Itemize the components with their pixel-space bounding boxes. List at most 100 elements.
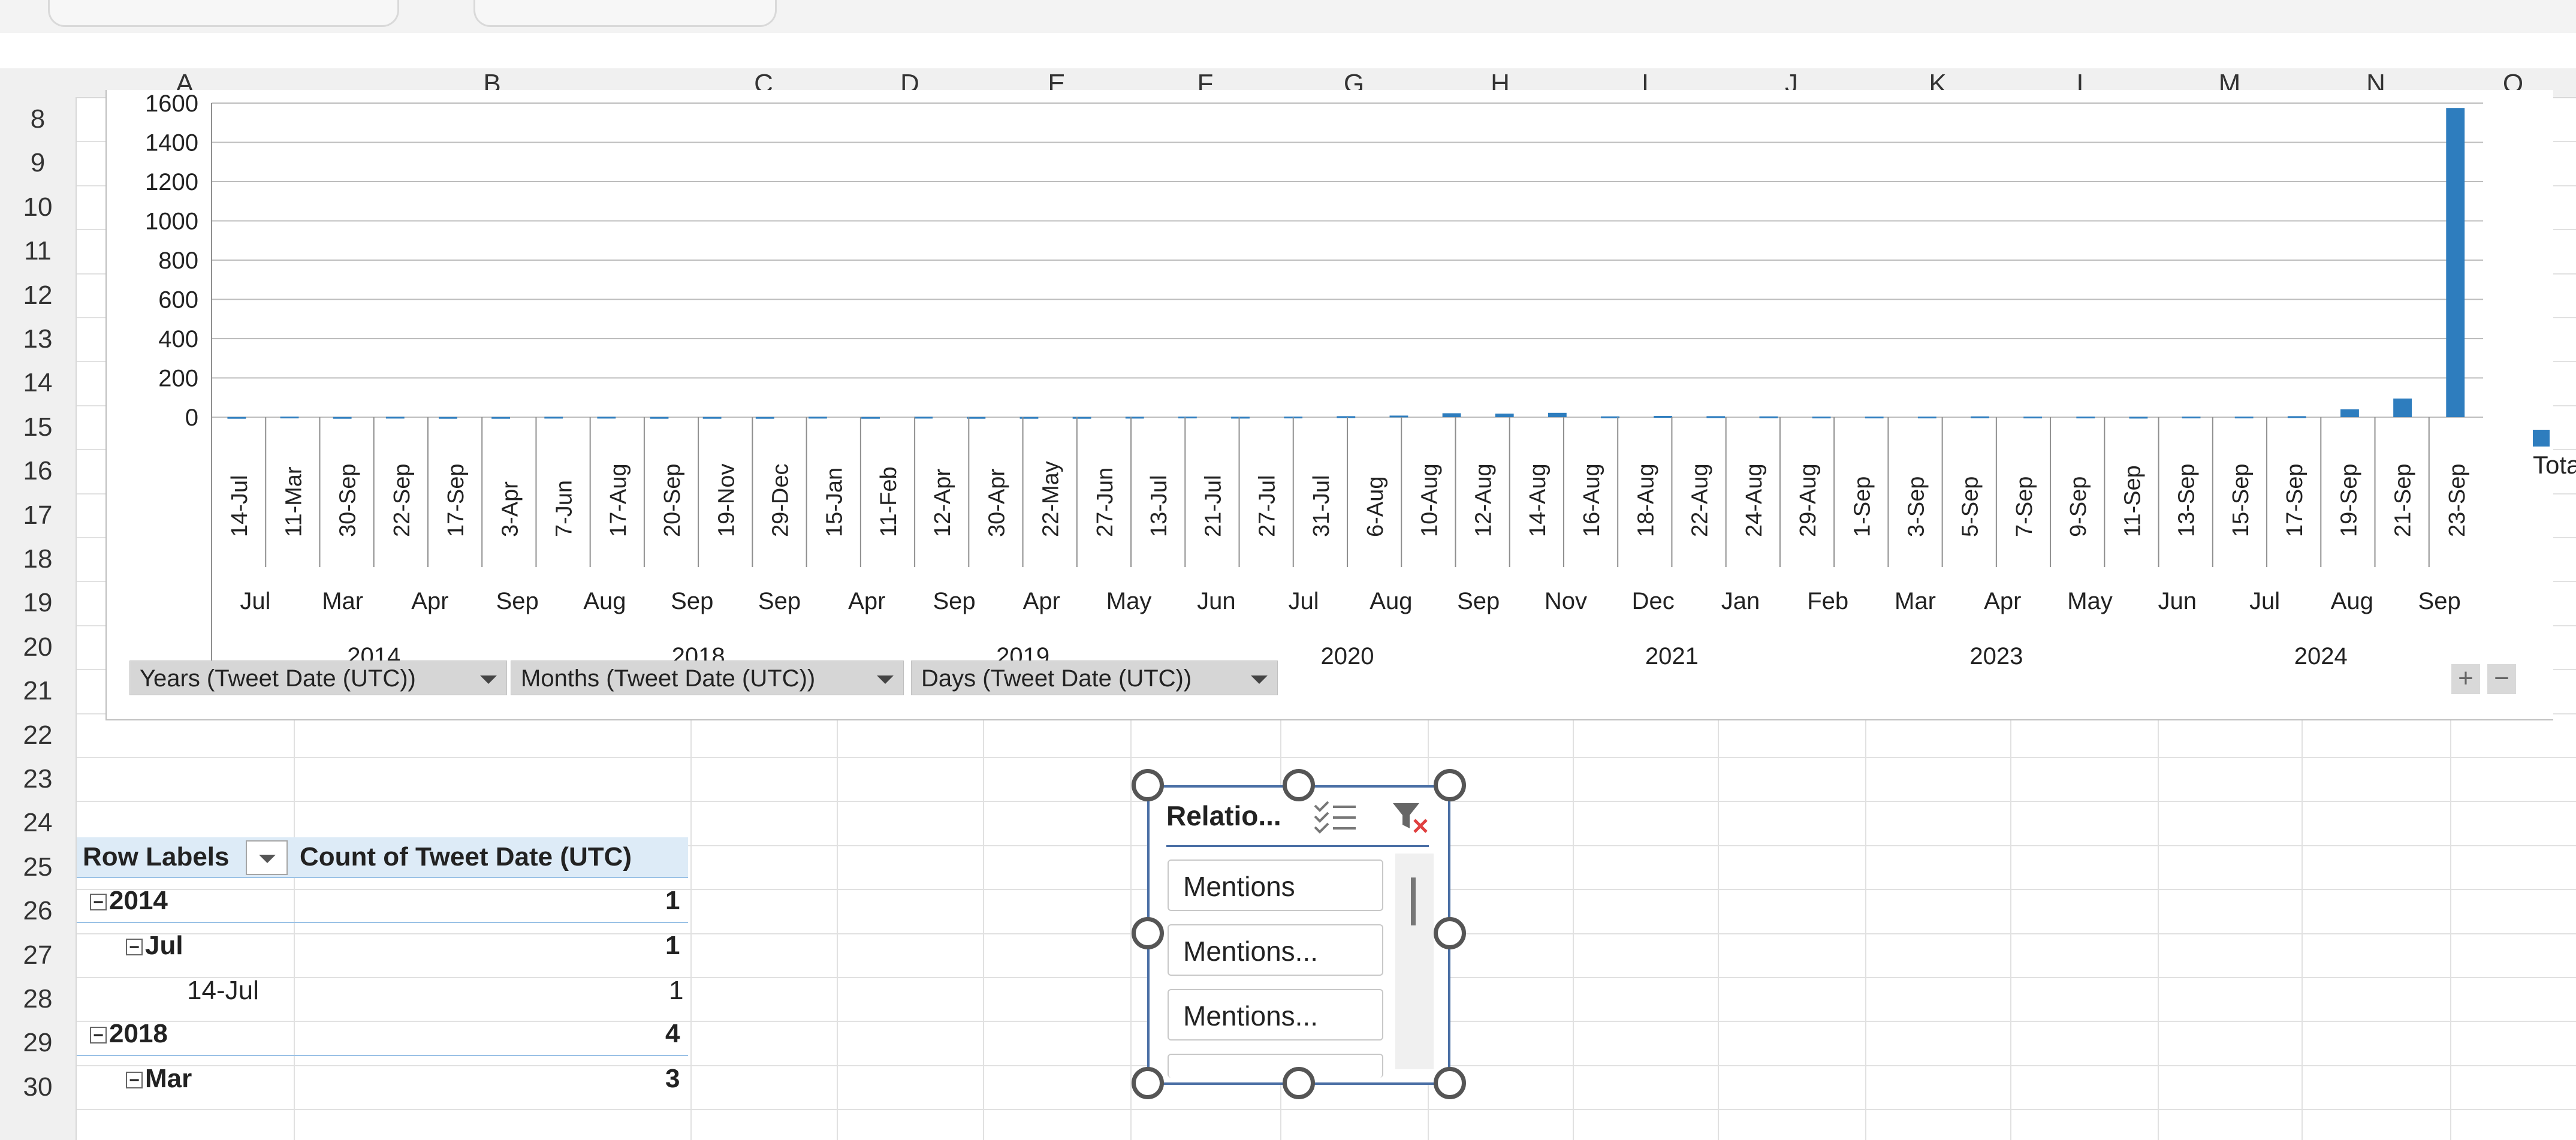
chart-bar[interactable] bbox=[2076, 417, 2095, 419]
chart-bar[interactable] bbox=[755, 417, 774, 419]
slicer-item[interactable]: Mentions... bbox=[1168, 924, 1383, 976]
chart-bar[interactable] bbox=[1812, 417, 1831, 419]
row-header-18[interactable]: 18 bbox=[0, 537, 76, 581]
chart-bar[interactable] bbox=[491, 417, 510, 419]
expand-field-button[interactable]: + bbox=[2451, 664, 2480, 694]
tab-shape[interactable] bbox=[48, 0, 399, 27]
chart-bar[interactable] bbox=[1759, 416, 1778, 418]
row-header-25[interactable]: 25 bbox=[0, 845, 76, 889]
chart-bar[interactable] bbox=[385, 417, 405, 419]
chart-bar[interactable] bbox=[1654, 416, 1673, 418]
chart-bar[interactable] bbox=[2182, 417, 2201, 419]
chart-bar[interactable] bbox=[1865, 417, 1884, 419]
collapse-icon[interactable]: − bbox=[126, 939, 143, 957]
chart-bar[interactable] bbox=[333, 417, 352, 419]
row-header-8[interactable]: 8 bbox=[0, 97, 76, 141]
resize-handle[interactable] bbox=[1283, 769, 1315, 801]
pivot-row-year[interactable]: −2014 bbox=[90, 886, 168, 916]
chart-bar[interactable] bbox=[1548, 412, 1567, 417]
clear-filter-icon[interactable] bbox=[1389, 800, 1431, 836]
chart-bar[interactable] bbox=[280, 417, 299, 419]
month-axis-label: Nov bbox=[1545, 588, 1587, 614]
row-header-17[interactable]: 17 bbox=[0, 493, 76, 537]
resize-handle[interactable] bbox=[1434, 1067, 1466, 1099]
row-header-20[interactable]: 20 bbox=[0, 625, 76, 669]
row-header-15[interactable]: 15 bbox=[0, 405, 76, 449]
row-header-24[interactable]: 24 bbox=[0, 801, 76, 845]
chart-bar[interactable] bbox=[914, 417, 933, 419]
months-field-button[interactable]: Months (Tweet Date (UTC)) bbox=[511, 661, 904, 695]
chart-bar[interactable] bbox=[227, 417, 246, 419]
collapse-field-button[interactable]: − bbox=[2487, 664, 2516, 694]
chart-bar[interactable] bbox=[1231, 417, 1250, 419]
chart-bar[interactable] bbox=[1389, 415, 1408, 418]
chart-bar[interactable] bbox=[702, 417, 722, 419]
collapse-icon[interactable]: − bbox=[90, 1027, 107, 1045]
chart-bar[interactable] bbox=[861, 417, 880, 419]
slicer-item[interactable]: Mentions bbox=[1168, 859, 1383, 911]
row-header-13[interactable]: 13 bbox=[0, 317, 76, 361]
chart-bar[interactable] bbox=[1917, 417, 1936, 419]
chart-bar[interactable] bbox=[1971, 416, 1989, 418]
chart-bar[interactable] bbox=[1706, 416, 1726, 418]
chart-bar[interactable] bbox=[1125, 417, 1144, 419]
chart-bar[interactable] bbox=[544, 417, 563, 419]
chart-bar[interactable] bbox=[2340, 409, 2359, 417]
slicer-item[interactable]: Mentions... bbox=[1168, 989, 1383, 1041]
row-header-21[interactable]: 21 bbox=[0, 669, 76, 713]
chart-bar[interactable] bbox=[1178, 417, 1197, 419]
tab-shape[interactable] bbox=[473, 0, 777, 27]
resize-handle[interactable] bbox=[1434, 769, 1466, 801]
chart-bar[interactable] bbox=[597, 417, 616, 419]
chart-bar[interactable] bbox=[439, 417, 457, 419]
collapse-icon[interactable]: − bbox=[90, 894, 107, 912]
chart-bar[interactable] bbox=[1442, 413, 1461, 417]
resize-handle[interactable] bbox=[1434, 917, 1466, 949]
pivot-row-month[interactable]: − Mar bbox=[126, 1064, 192, 1094]
chart-bar[interactable] bbox=[2023, 417, 2043, 419]
row-header-23[interactable]: 23 bbox=[0, 757, 76, 801]
pivot-chart[interactable]: 0 200 400 600 800 1000 1200 1400 1600 14-Jul 11-Ma… bbox=[105, 90, 2576, 720]
row-header-10[interactable]: 10 bbox=[0, 185, 76, 229]
chart-bar[interactable] bbox=[2393, 398, 2412, 417]
row-header-19[interactable]: 19 bbox=[0, 581, 76, 625]
row-header-28[interactable]: 28 bbox=[0, 977, 76, 1021]
row-header-14[interactable]: 14 bbox=[0, 361, 76, 405]
resize-handle[interactable] bbox=[1132, 917, 1164, 949]
pivot-row-month[interactable]: − Jul bbox=[126, 931, 183, 961]
resize-handle[interactable] bbox=[1132, 1067, 1164, 1099]
day-axis-label: 17-Sep bbox=[444, 463, 469, 537]
resize-handle[interactable] bbox=[1283, 1067, 1315, 1099]
years-field-button[interactable]: Years (Tweet Date (UTC)) bbox=[129, 661, 507, 695]
chart-bar[interactable] bbox=[2287, 416, 2306, 418]
row-header-26[interactable]: 26 bbox=[0, 889, 76, 933]
row-header-22[interactable]: 22 bbox=[0, 713, 76, 757]
relationship-slicer[interactable]: Relatio... Mentions Mentions... Mentions… bbox=[1147, 785, 1450, 1085]
row-header-11[interactable]: 11 bbox=[0, 229, 76, 273]
row-header-27[interactable]: 27 bbox=[0, 933, 76, 977]
chart-bar[interactable] bbox=[1337, 416, 1356, 418]
chart-bar[interactable] bbox=[1495, 414, 1514, 417]
chart-bar[interactable] bbox=[808, 417, 827, 419]
slicer-item-partial[interactable] bbox=[1168, 1054, 1383, 1078]
chart-bar[interactable] bbox=[2129, 417, 2148, 419]
row-header-29[interactable]: 29 bbox=[0, 1021, 76, 1064]
chart-bar[interactable] bbox=[2234, 417, 2254, 419]
row-header-30[interactable]: 30 bbox=[0, 1065, 76, 1109]
chart-bar[interactable] bbox=[1601, 416, 1619, 418]
pivot-row-year[interactable]: −2018 bbox=[90, 1019, 168, 1049]
chart-bar[interactable] bbox=[1072, 417, 1091, 419]
chart-bar[interactable] bbox=[2446, 108, 2465, 417]
days-field-button[interactable]: Days (Tweet Date (UTC)) bbox=[911, 661, 1278, 695]
multi-select-icon[interactable] bbox=[1311, 800, 1359, 836]
row-labels-filter-button[interactable] bbox=[246, 840, 288, 875]
resize-handle[interactable] bbox=[1132, 769, 1164, 801]
slicer-scroll-thumb[interactable] bbox=[1411, 877, 1416, 925]
row-header-12[interactable]: 12 bbox=[0, 273, 76, 317]
chart-bar[interactable] bbox=[650, 417, 669, 419]
row-header-16[interactable]: 16 bbox=[0, 449, 76, 493]
row-header-9[interactable]: 9 bbox=[0, 141, 76, 185]
collapse-icon[interactable]: − bbox=[126, 1072, 143, 1090]
slicer-scrollbar[interactable] bbox=[1395, 854, 1434, 1069]
chart-bar[interactable] bbox=[967, 417, 986, 419]
